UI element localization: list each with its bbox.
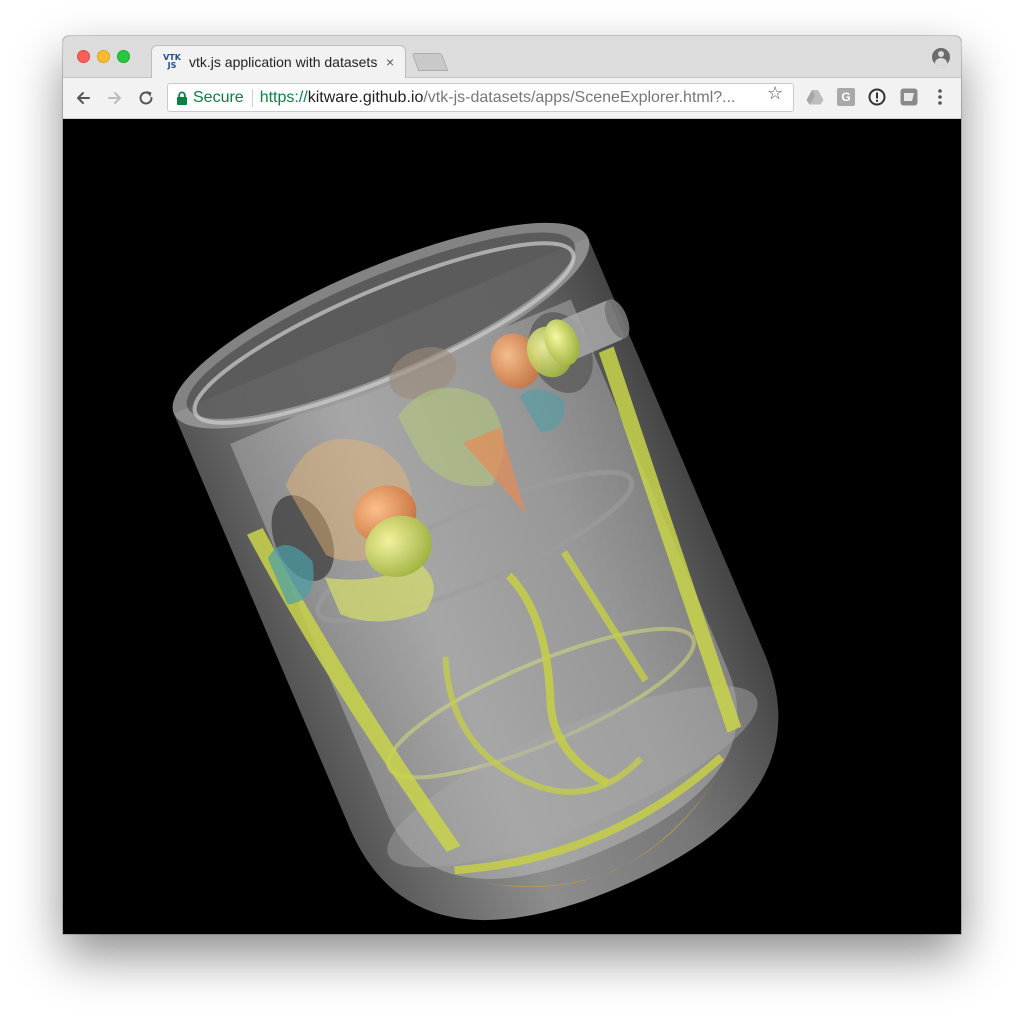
- forward-button[interactable]: [103, 86, 127, 110]
- rendered-3d-scene: [172, 222, 779, 921]
- forward-icon: [108, 92, 121, 104]
- g-extension-icon[interactable]: G: [837, 88, 855, 106]
- vtk-render-viewport[interactable]: [63, 119, 961, 934]
- browser-toolbar: Secure https://kitware.github.io/vtk-js-…: [63, 78, 961, 119]
- info-extension-icon[interactable]: [868, 88, 886, 106]
- url-path: /vtk-js-datasets/apps/SceneExplorer.html…: [423, 88, 736, 106]
- vtk-favicon-icon: VTK JS: [162, 52, 182, 72]
- menu-icon[interactable]: [931, 88, 949, 106]
- zoom-window-button[interactable]: [117, 50, 130, 63]
- minimize-window-button[interactable]: [97, 50, 110, 63]
- bookmark-star-icon[interactable]: ☆: [767, 84, 783, 102]
- back-button[interactable]: [71, 86, 95, 110]
- back-icon: [77, 92, 90, 104]
- new-tab-button[interactable]: [411, 53, 449, 71]
- reload-icon: [139, 91, 153, 105]
- address-separator: [251, 88, 253, 107]
- browser-window: VTK JS vtk.js application with datasets …: [63, 36, 961, 934]
- tab-title: vtk.js application with datasets: [189, 54, 378, 70]
- drive-icon[interactable]: [806, 88, 824, 106]
- tab-vtk-app[interactable]: VTK JS vtk.js application with datasets …: [151, 45, 406, 79]
- url-scheme: https://: [259, 88, 308, 106]
- g-extension-label: G: [837, 88, 855, 106]
- security-label: Secure: [193, 88, 244, 106]
- profile-icon[interactable]: [932, 48, 950, 66]
- url-host: kitware.github.io: [307, 88, 424, 106]
- extension-icon[interactable]: [900, 88, 918, 106]
- favicon-text-bottom: JS: [167, 61, 177, 70]
- reload-button[interactable]: [134, 86, 158, 110]
- close-window-button[interactable]: [77, 50, 90, 63]
- tab-close-icon[interactable]: ×: [386, 54, 394, 70]
- address-bar[interactable]: Secure https://kitware.github.io/vtk-js-…: [167, 83, 794, 112]
- title-bar: VTK JS vtk.js application with datasets …: [63, 36, 961, 79]
- lock-icon: [177, 91, 187, 105]
